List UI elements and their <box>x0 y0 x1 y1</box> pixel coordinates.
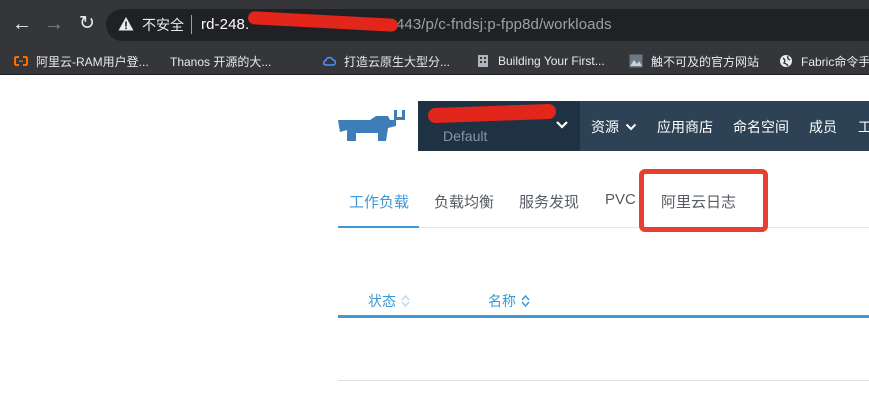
bookmark-thanos[interactable]: Thanos 开源的大... <box>170 52 271 70</box>
security-label[interactable]: 不安全 <box>142 16 184 34</box>
column-header-name[interactable]: 名称 <box>488 291 530 311</box>
building-icon <box>478 55 488 67</box>
omnibox-divider <box>191 15 192 34</box>
project-name: Default <box>443 128 488 144</box>
column-header-state[interactable]: 状态 <box>368 291 410 311</box>
tab-load-balancing[interactable]: 负载均衡 <box>434 191 494 212</box>
active-tab-indicator <box>338 226 419 228</box>
aliyun-icon <box>14 56 28 66</box>
nav-namespaces[interactable]: 命名空间 <box>733 117 789 137</box>
bookmark-building[interactable]: Building Your First... <box>476 52 605 70</box>
cloud-icon <box>323 56 336 66</box>
table-bottom-rule <box>338 380 869 381</box>
nav-tools[interactable]: 工 <box>858 117 869 137</box>
bookmark-cloud-native[interactable]: 打造云原生大型分... <box>322 52 450 70</box>
nav-app-store[interactable]: 应用商店 <box>657 117 713 137</box>
annotation-highlight-box <box>639 169 768 232</box>
table-header-rule <box>338 315 869 318</box>
bookmark-label: 打造云原生大型分... <box>344 54 451 69</box>
bookmark-label: 阿里云-RAM用户登... <box>36 54 149 69</box>
url-host: rd-248. <box>201 16 250 33</box>
sort-icon <box>401 294 410 308</box>
bookmark-official-site[interactable]: 触不可及的官方网站 <box>629 52 759 70</box>
tab-pvc[interactable]: PVC <box>605 191 636 208</box>
reload-icon[interactable]: ↻ <box>75 12 99 36</box>
rancher-logo[interactable] <box>334 108 408 144</box>
bookmark-label: Fabric命令手 <box>801 54 869 69</box>
tab-workloads[interactable]: 工作负载 <box>349 191 409 212</box>
globe-icon <box>780 55 792 67</box>
url-path: :8443/p/c-fndsj:p-fpp8d/workloads <box>383 16 612 33</box>
bookmark-label: 触不可及的官方网站 <box>651 54 760 69</box>
image-icon <box>629 54 643 68</box>
bookmark-label: Building Your First... <box>498 54 605 68</box>
nav-resources-label: 资源 <box>591 119 619 135</box>
column-header-label: 名称 <box>488 293 516 309</box>
bookmark-aliyun-ram[interactable]: 阿里云-RAM用户登... <box>14 52 149 70</box>
chevron-down-icon[interactable] <box>555 120 569 130</box>
chevron-down-icon <box>625 123 637 131</box>
nav-members[interactable]: 成员 <box>809 117 837 137</box>
nav-resources[interactable]: 资源 <box>591 117 637 137</box>
forward-arrow-icon[interactable]: → <box>42 12 66 36</box>
warning-icon[interactable] <box>118 16 134 32</box>
tab-service-discovery[interactable]: 服务发现 <box>519 191 579 212</box>
bookmark-label: Thanos 开源的大... <box>170 54 272 69</box>
column-header-label: 状态 <box>368 293 396 309</box>
back-arrow-icon[interactable]: ← <box>10 12 34 36</box>
sort-icon <box>521 294 530 308</box>
bookmark-fabric[interactable]: Fabric命令手 <box>779 52 869 70</box>
